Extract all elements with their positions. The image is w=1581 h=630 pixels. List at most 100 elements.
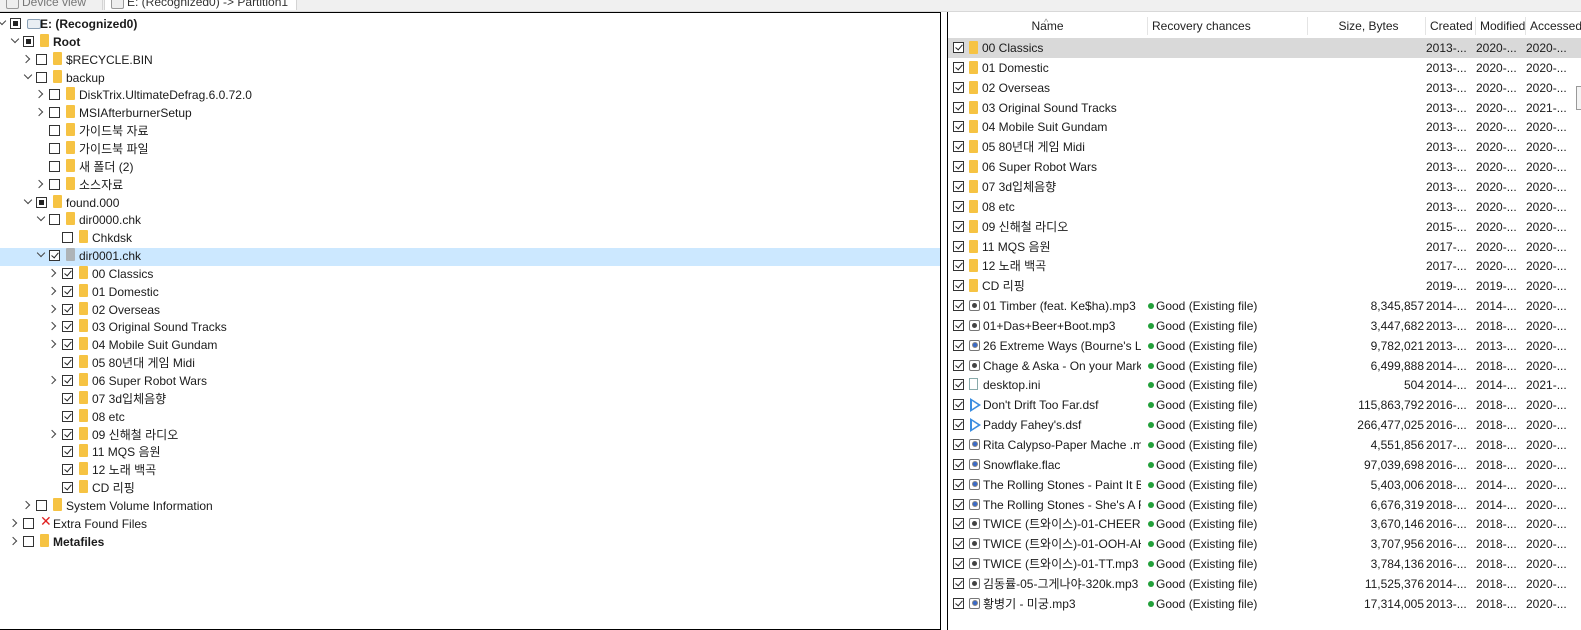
row-checkbox[interactable] bbox=[953, 300, 964, 312]
tree-checkbox[interactable] bbox=[62, 267, 73, 279]
chevron-right-icon[interactable] bbox=[47, 304, 57, 313]
chevron-down-icon[interactable] bbox=[10, 34, 20, 44]
tree-checkbox[interactable] bbox=[49, 125, 60, 137]
row-checkbox[interactable] bbox=[953, 121, 964, 133]
row-checkbox[interactable] bbox=[953, 339, 964, 351]
file-row[interactable]: Paddy Fahey's.dsf Good (Existing file) 266… bbox=[948, 415, 1581, 435]
row-checkbox[interactable] bbox=[953, 439, 964, 450]
file-row[interactable]: desktop.ini Good (Existing file) 504 2014-.… bbox=[948, 375, 1581, 395]
row-checkbox[interactable] bbox=[953, 419, 964, 431]
tree-node[interactable]: 04 Mobile Suit Gundam bbox=[0, 337, 940, 355]
tree-node[interactable]: 11 MQS 음원 bbox=[0, 444, 940, 462]
tree-checkbox[interactable] bbox=[36, 53, 47, 65]
tree-checkbox[interactable] bbox=[36, 71, 47, 83]
file-row[interactable]: 05 80년대 게임 Midi 2013-... 2020-... 2020-... bbox=[948, 137, 1581, 157]
tree-checkbox[interactable] bbox=[49, 107, 60, 119]
tree-node[interactable]: 05 80년대 게임 Midi bbox=[0, 355, 940, 373]
file-row[interactable]: The Rolling Stones - Paint It Black Good … bbox=[948, 475, 1581, 495]
file-row[interactable]: 김동률-05-그게나야-320k.mp3 Good (Existing file)… bbox=[948, 574, 1581, 594]
chevron-right-icon[interactable] bbox=[47, 429, 57, 438]
file-row[interactable]: The Rolling Stones - She's A Rainbow Good… bbox=[948, 495, 1581, 515]
tree-node[interactable]: DiskTrix.UltimateDefrag.6.0.72.0 bbox=[0, 87, 940, 105]
tree-node[interactable]: 06 Super Robot Wars bbox=[0, 373, 940, 391]
tree-checkbox[interactable] bbox=[62, 357, 73, 369]
row-checkbox[interactable] bbox=[953, 280, 964, 292]
tree-node[interactable]: 가이드북 파일 bbox=[0, 140, 940, 159]
file-row[interactable]: Don't Drift Too Far.dsf Good (Existing fi… bbox=[948, 395, 1581, 415]
tab-partition[interactable]: E: (Recognized0) -> Partition1 bbox=[104, 0, 298, 10]
file-row[interactable]: 08 etc 2013-... 2020-... 2020-... bbox=[948, 197, 1581, 217]
row-checkbox[interactable] bbox=[953, 558, 964, 570]
file-row[interactable]: 04 Mobile Suit Gundam 2013-... 2020-... 202… bbox=[948, 117, 1581, 137]
column-header-recovery[interactable]: Recovery chances bbox=[1148, 17, 1308, 35]
file-row[interactable]: 01+Das+Beer+Boot.mp3 Good (Existing file)… bbox=[948, 316, 1581, 336]
tree-node[interactable]: Root bbox=[0, 33, 940, 52]
chevron-right-icon[interactable] bbox=[47, 340, 57, 349]
tree-node[interactable]: CD 리핑 bbox=[0, 480, 940, 498]
column-header-size[interactable]: Size, Bytes bbox=[1308, 17, 1426, 35]
chevron-down-icon[interactable] bbox=[23, 70, 33, 79]
tree-node[interactable]: 00 Classics bbox=[0, 265, 940, 284]
chevron-right-icon[interactable] bbox=[8, 536, 18, 545]
tree-checkbox[interactable] bbox=[62, 232, 73, 244]
chevron-right-icon[interactable] bbox=[34, 108, 44, 117]
tree-node[interactable]: 소스자료 bbox=[0, 176, 940, 195]
row-checkbox[interactable] bbox=[953, 577, 964, 589]
file-list-pane[interactable]: ^ Name Recovery chances Size, Bytes Crea… bbox=[947, 12, 1581, 630]
row-checkbox[interactable] bbox=[953, 161, 964, 173]
tree-node[interactable]: found.000 bbox=[0, 194, 940, 213]
file-row[interactable]: 00 Classics 2013-... 2020-... 2020-... bbox=[948, 38, 1581, 58]
chevron-down-icon[interactable] bbox=[36, 248, 46, 258]
file-row[interactable]: TWICE (트와이스)-01-TT.mp3 Good (Existing fil… bbox=[948, 554, 1581, 574]
chevron-right-icon[interactable] bbox=[34, 179, 44, 188]
chevron-right-icon[interactable] bbox=[21, 54, 31, 63]
chevron-right-icon[interactable] bbox=[34, 90, 44, 99]
tree-node[interactable]: $RECYCLE.BIN bbox=[0, 51, 940, 70]
tree-node[interactable]: 02 Overseas bbox=[0, 301, 940, 320]
tree-checkbox[interactable] bbox=[49, 160, 60, 172]
file-row[interactable]: 26 Extreme Ways (Bourne's Legacy) Good (E… bbox=[948, 336, 1581, 356]
file-row[interactable]: 07 3d입체음향 2013-... 2020-... 2020-... bbox=[948, 177, 1581, 197]
tree-checkbox[interactable] bbox=[62, 410, 73, 422]
tree-checkbox[interactable] bbox=[49, 142, 60, 154]
column-header-modified[interactable]: Modified bbox=[1476, 17, 1526, 35]
row-checkbox[interactable] bbox=[953, 379, 964, 391]
file-row[interactable]: 09 신해철 라디오 2015-... 2020-... 2020-... bbox=[948, 217, 1581, 237]
row-checkbox[interactable] bbox=[953, 498, 964, 510]
chevron-right-icon[interactable] bbox=[47, 322, 57, 331]
tree-checkbox[interactable] bbox=[36, 499, 47, 511]
tree-checkbox[interactable] bbox=[62, 428, 73, 440]
row-checkbox[interactable] bbox=[953, 478, 964, 490]
row-checkbox[interactable] bbox=[953, 319, 964, 331]
scrollbar-edge[interactable] bbox=[1576, 86, 1581, 110]
file-row[interactable]: Chage & Aska - On your Mark Good (Existin… bbox=[948, 356, 1581, 376]
chevron-down-icon[interactable] bbox=[0, 16, 7, 26]
chevron-right-icon[interactable] bbox=[47, 286, 57, 295]
tree-node[interactable]: Metafiles bbox=[0, 533, 940, 552]
tree-checkbox[interactable] bbox=[62, 321, 73, 333]
chevron-right-icon[interactable] bbox=[21, 500, 31, 510]
tree-node[interactable]: E: (Recognized0) bbox=[0, 16, 940, 34]
tree-checkbox[interactable] bbox=[23, 535, 34, 547]
tree-node[interactable]: MSIAfterburnerSetup bbox=[0, 105, 940, 123]
tree-checkbox[interactable] bbox=[62, 285, 73, 297]
tree-checkbox[interactable] bbox=[10, 18, 21, 29]
row-checkbox[interactable] bbox=[953, 359, 964, 371]
file-row[interactable]: Rita Calypso-Paper Mache .mp3 Good (Exist… bbox=[948, 435, 1581, 455]
tree-node[interactable]: 07 3d입체음향 bbox=[0, 390, 940, 409]
tree-node[interactable]: 08 etc bbox=[0, 408, 940, 427]
tree-checkbox[interactable] bbox=[49, 89, 60, 101]
file-row[interactable]: 06 Super Robot Wars 2013-... 2020-... 2020-… bbox=[948, 157, 1581, 177]
tree-checkbox[interactable] bbox=[49, 178, 60, 190]
tree-checkbox[interactable] bbox=[49, 250, 60, 262]
column-header-created[interactable]: Created bbox=[1426, 17, 1476, 35]
folder-tree-pane[interactable]: E: (Recognized0) Root $RECYCLE.BIN backup Di… bbox=[0, 12, 941, 630]
tree-checkbox[interactable] bbox=[62, 375, 73, 386]
tree-node[interactable]: System Volume Information bbox=[0, 497, 940, 516]
file-row[interactable]: 01 Domestic 2013-... 2020-... 2020-... bbox=[948, 58, 1581, 78]
row-checkbox[interactable] bbox=[953, 61, 964, 73]
row-checkbox[interactable] bbox=[953, 538, 964, 550]
tree-checkbox[interactable] bbox=[23, 35, 34, 47]
file-row[interactable]: CD 리핑 2019-... 2019-... 2020-... bbox=[948, 276, 1581, 296]
chevron-down-icon[interactable] bbox=[23, 195, 33, 204]
